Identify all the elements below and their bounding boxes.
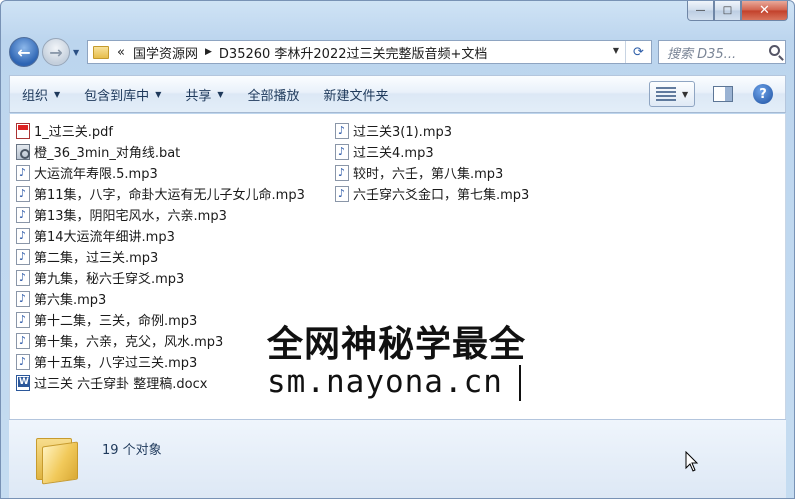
play-all-button[interactable]: 全部播放 <box>236 85 312 104</box>
explorer-window: — □ ✕ ← → ▼ « 国学资源网 ▶ D35260 李林升2022过三关完… <box>0 0 795 499</box>
mp3-file-icon <box>16 290 30 307</box>
change-view-button[interactable]: ▼ <box>649 81 695 107</box>
organize-menu[interactable]: 组织 ▼ <box>10 85 72 104</box>
mp3-file-icon <box>335 143 349 160</box>
watermark-url: sm.nayona.cn <box>267 364 503 400</box>
refresh-button[interactable]: ⟳ <box>625 41 651 63</box>
file-name: 第11集，八字，命卦大运有无儿子女儿命.mp3 <box>34 188 305 203</box>
play-all-label: 全部播放 <box>247 88 300 104</box>
chevron-down-icon: ▼ <box>155 89 162 99</box>
file-name: 第十集，六亲，克父，风水.mp3 <box>34 335 224 350</box>
breadcrumb-chevron-icon[interactable]: ▶ <box>205 47 212 57</box>
file-item[interactable]: 第11集，八字，命卦大运有无儿子女儿命.mp3 <box>16 183 305 204</box>
help-icon[interactable]: ? <box>753 84 773 104</box>
view-controls: ▼ ? <box>649 81 773 107</box>
file-item[interactable]: 较时，六壬，第八集.mp3 <box>335 162 529 183</box>
mp3-file-icon <box>16 248 30 265</box>
mp3-file-icon <box>16 353 30 370</box>
file-item[interactable]: 过三关4.mp3 <box>335 141 529 162</box>
file-name: 第九集，秘六壬穿爻.mp3 <box>34 272 185 287</box>
mp3-file-icon <box>335 164 349 181</box>
recent-pages-dropdown[interactable]: ▼ <box>73 48 83 57</box>
file-name: 第十二集，三关，命例.mp3 <box>34 314 198 329</box>
folder-icon <box>36 434 78 485</box>
file-name: 大运流年寿限.5.mp3 <box>34 167 158 182</box>
file-item[interactable]: 过三关3(1).mp3 <box>335 120 529 141</box>
mp3-file-icon <box>335 185 349 202</box>
file-item[interactable]: 大运流年寿限.5.mp3 <box>16 162 305 183</box>
search-icon[interactable] <box>769 45 780 56</box>
file-name: 较时，六壬，第八集.mp3 <box>353 167 504 182</box>
file-list: 1_过三关.pdf 橙_36_3min_对角线.bat 大运流年寿限.5.mp3 第1… <box>9 114 786 419</box>
file-item[interactable]: 橙_36_3min_对角线.bat <box>16 141 305 162</box>
breadcrumb-current-folder[interactable]: D35260 李林升2022过三关完整版音频+文档 <box>219 43 487 62</box>
file-name: 过三关 六壬穿卦 整理稿.docx <box>34 377 208 392</box>
chevron-down-icon: ▼ <box>682 89 689 99</box>
mp3-file-icon <box>16 206 30 223</box>
minimize-button[interactable]: — <box>687 1 714 21</box>
search-placeholder: 搜索 D35... <box>667 46 737 62</box>
mp3-file-icon <box>16 164 30 181</box>
file-item[interactable]: 六壬穿六爻金口，第七集.mp3 <box>335 183 529 204</box>
mp3-file-icon <box>335 122 349 139</box>
bat-file-icon <box>16 143 30 160</box>
mp3-file-icon <box>16 311 30 328</box>
file-name: 第二集，过三关.mp3 <box>34 251 159 266</box>
share-menu[interactable]: 共享 ▼ <box>173 85 235 104</box>
docx-file-icon <box>16 374 30 391</box>
file-name: 第十五集，八字过三关.mp3 <box>34 356 198 371</box>
search-box[interactable]: 搜索 D35... <box>658 40 786 64</box>
mp3-file-icon <box>16 185 30 202</box>
mouse-pointer-icon <box>685 451 699 472</box>
file-column-2: 过三关3(1).mp3 过三关4.mp3 较时，六壬，第八集.mp3 六壬穿六爻金口，… <box>335 120 529 204</box>
mp3-file-icon <box>16 269 30 286</box>
file-name: 第六集.mp3 <box>34 293 107 308</box>
include-in-library-menu[interactable]: 包含到库中 ▼ <box>72 85 173 104</box>
file-item[interactable]: 1_过三关.pdf <box>16 120 305 141</box>
file-item[interactable]: 第六集.mp3 <box>16 288 305 309</box>
maximize-button[interactable]: □ <box>714 1 741 21</box>
mp3-file-icon <box>16 332 30 349</box>
watermark-title: 全网神秘学最全 <box>267 324 527 365</box>
file-item[interactable]: 第九集，秘六壬穿爻.mp3 <box>16 267 305 288</box>
file-item[interactable]: 第14大运流年细讲.mp3 <box>16 225 305 246</box>
file-name: 过三关3(1).mp3 <box>353 125 453 140</box>
file-name: 1_过三关.pdf <box>34 125 113 140</box>
address-bar[interactable]: « 国学资源网 ▶ D35260 李林升2022过三关完整版音频+文档 ▼ ⟳ <box>87 40 652 64</box>
folder-front <box>42 441 78 485</box>
share-label: 共享 <box>185 88 212 104</box>
file-name: 橙_36_3min_对角线.bat <box>34 146 181 161</box>
file-name: 过三关4.mp3 <box>353 146 434 161</box>
text-cursor <box>519 365 521 401</box>
mp3-file-icon <box>16 227 30 244</box>
include-in-library-label: 包含到库中 <box>84 88 150 104</box>
file-item[interactable]: 第13集，阴阳宅风水，六亲.mp3 <box>16 204 305 225</box>
file-item[interactable]: 第二集，过三关.mp3 <box>16 246 305 267</box>
folder-icon <box>93 45 109 59</box>
chevron-down-icon: ▼ <box>54 89 61 99</box>
breadcrumb-guoxue[interactable]: 国学资源网 <box>133 43 198 62</box>
pdf-file-icon <box>16 122 30 139</box>
back-button[interactable]: ← <box>9 37 39 67</box>
chevron-down-icon: ▼ <box>217 89 224 99</box>
command-bar: 组织 ▼ 包含到库中 ▼ 共享 ▼ 全部播放 新建文件夹 ▼ ? <box>9 75 786 113</box>
forward-button[interactable]: → <box>42 38 70 66</box>
organize-label: 组织 <box>22 88 49 104</box>
address-overflow-button[interactable]: « <box>117 45 125 60</box>
item-count: 19 个对象 <box>102 443 162 458</box>
address-dropdown-icon[interactable]: ▼ <box>613 46 619 55</box>
list-view-icon <box>656 87 676 101</box>
preview-pane-icon[interactable] <box>713 86 733 102</box>
file-name: 第14大运流年细讲.mp3 <box>34 230 175 245</box>
watermark-overlay: 全网神秘学最全 sm.nayona.cn <box>260 309 560 411</box>
caption-buttons: — □ ✕ <box>687 1 788 21</box>
details-pane: 19 个对象 <box>9 419 786 498</box>
new-folder-label: 新建文件夹 <box>323 88 389 104</box>
file-name: 六壬穿六爻金口，第七集.mp3 <box>353 188 530 203</box>
file-name: 第13集，阴阳宅风水，六亲.mp3 <box>34 209 227 224</box>
new-folder-button[interactable]: 新建文件夹 <box>312 85 401 104</box>
close-button[interactable]: ✕ <box>741 1 788 21</box>
navigation-bar: ← → ▼ « 国学资源网 ▶ D35260 李林升2022过三关完整版音频+文… <box>9 37 786 67</box>
